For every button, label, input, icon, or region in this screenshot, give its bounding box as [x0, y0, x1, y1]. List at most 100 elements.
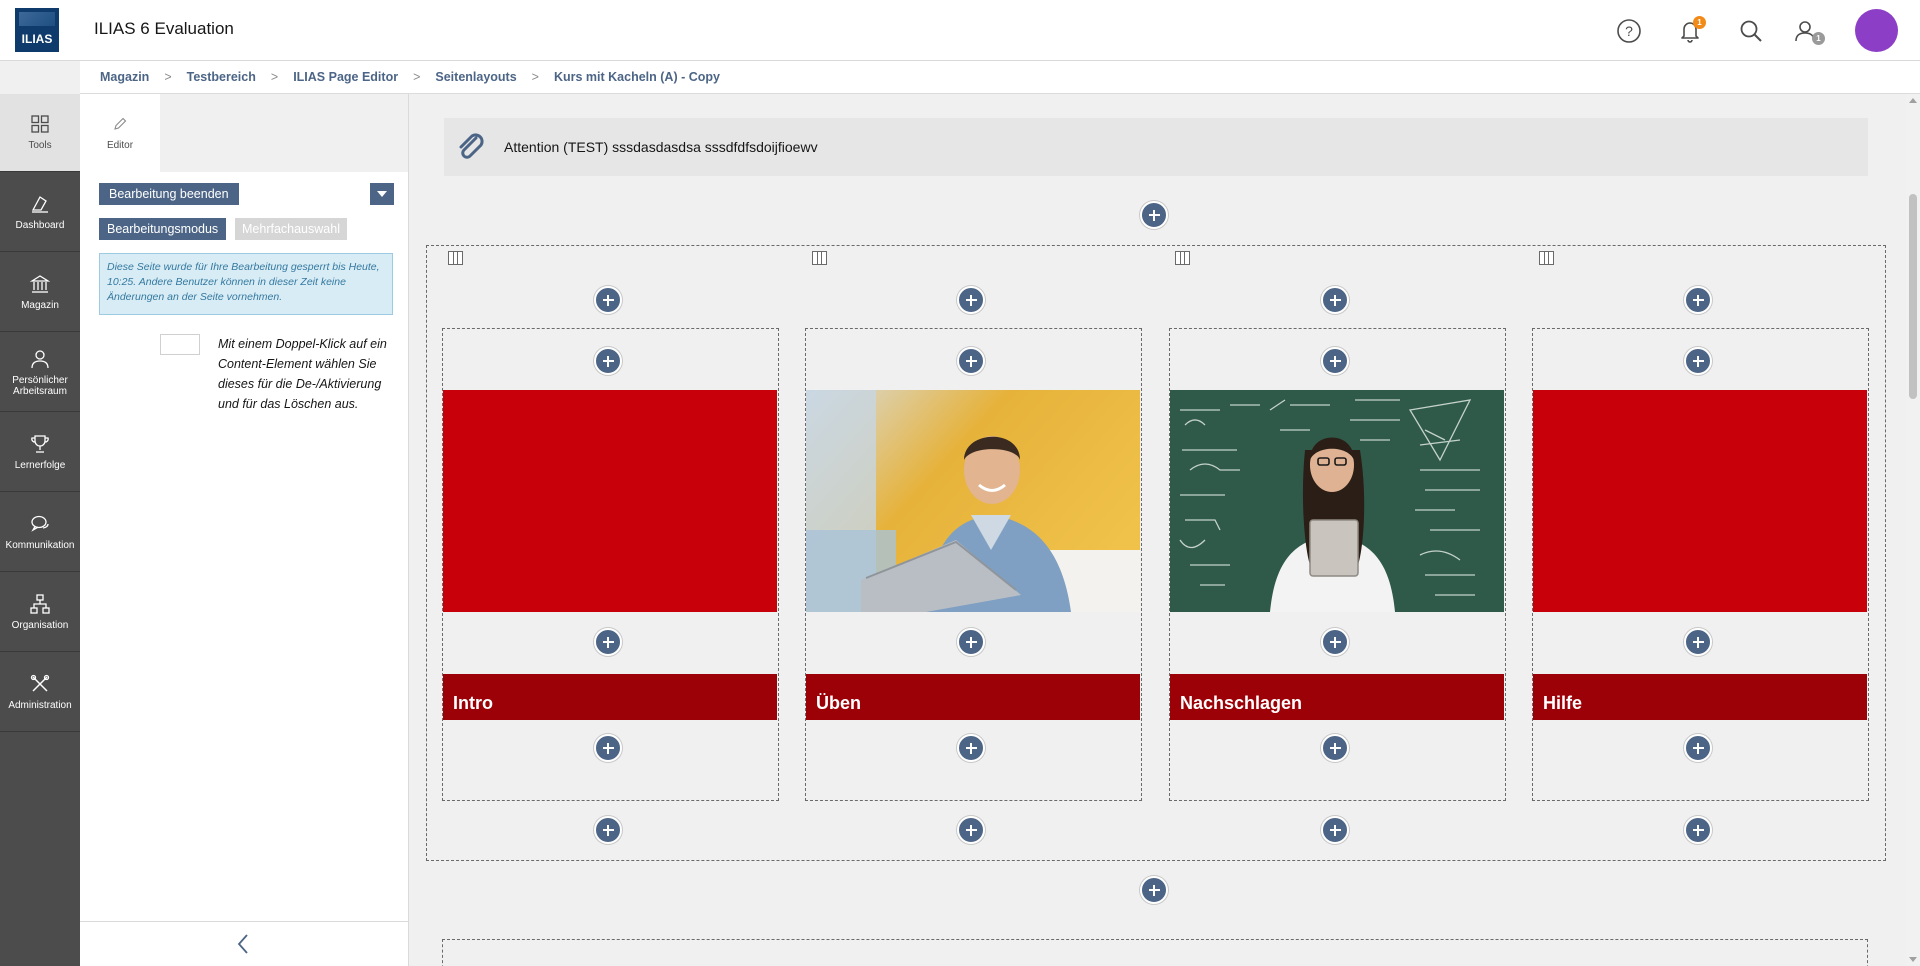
header-bar: ILIAS ILIAS 6 Evaluation ? 1 1: [0, 0, 1920, 61]
slate-tab-bar: Editor: [80, 94, 408, 172]
add-content-button[interactable]: [957, 286, 985, 314]
chevron-left-icon: [237, 934, 248, 954]
tile-label[interactable]: Intro: [443, 674, 777, 720]
column-icon[interactable]: [1539, 251, 1554, 265]
org-chart-icon: [30, 594, 50, 614]
attention-box[interactable]: Attention (TEST) sssdasdasdsa sssdfdfsdo…: [444, 118, 1868, 176]
column-icon[interactable]: [1175, 251, 1190, 265]
add-content-button[interactable]: [1321, 347, 1349, 375]
mainbar-item-organisation[interactable]: Organisation: [0, 574, 80, 652]
notifications-button[interactable]: 1: [1675, 16, 1706, 46]
double-click-hint: Mit einem Doppel-Klick auf ein Content-E…: [218, 337, 387, 411]
scroll-up-arrow[interactable]: [1909, 98, 1917, 103]
chevron-right-icon: >: [531, 70, 539, 84]
tile-image-hilfe[interactable]: [1533, 390, 1867, 612]
tile-label[interactable]: Nachschlagen: [1170, 674, 1504, 720]
mainbar-item-label: Persönlicher Arbeitsraum: [12, 375, 68, 397]
tab-label: Editor: [106, 139, 134, 151]
mainbar-item-communication[interactable]: Kommunikation: [0, 494, 80, 572]
search-icon: [1740, 20, 1762, 42]
mainbar-item-dashboard[interactable]: Dashboard: [0, 174, 80, 252]
add-content-button[interactable]: [957, 628, 985, 656]
add-content-button[interactable]: [957, 734, 985, 762]
add-content-button[interactable]: [1140, 201, 1168, 229]
finish-editing-button[interactable]: Bearbeitung beenden: [99, 183, 239, 205]
dropdown-toggle-button[interactable]: [370, 183, 394, 205]
add-content-button[interactable]: [1684, 347, 1712, 375]
trophy-icon: [31, 435, 49, 453]
svg-text:?: ?: [1625, 23, 1633, 39]
tile-column[interactable]: Hilfe: [1532, 328, 1869, 801]
mainbar-item-label: Kommunikation: [5, 540, 75, 552]
mainbar-item-magazin[interactable]: Magazin: [0, 254, 80, 332]
add-content-button[interactable]: [1684, 286, 1712, 314]
mainbar-item-label: Organisation: [11, 620, 69, 632]
page-scrollbar[interactable]: [1906, 94, 1920, 966]
add-content-button[interactable]: [594, 734, 622, 762]
tile-label[interactable]: Hilfe: [1533, 674, 1867, 720]
page-editor-content: Attention (TEST) sssdasdasdsa sssdfdfsdo…: [409, 94, 1906, 966]
tile-label[interactable]: Üben: [806, 674, 1140, 720]
breadcrumb-item[interactable]: Testbereich: [187, 70, 256, 84]
tile-column[interactable]: Nachschlagen: [1169, 328, 1506, 801]
add-content-button[interactable]: [1321, 628, 1349, 656]
attention-text: Attention (TEST) sssdasdasdsa sssdfdfsdo…: [504, 139, 818, 155]
scrollbar-thumb[interactable]: [1909, 194, 1917, 399]
add-content-button[interactable]: [594, 347, 622, 375]
breadcrumb-item-current[interactable]: Kurs mit Kacheln (A) - Copy: [554, 70, 720, 84]
tile-image-student-laptop[interactable]: [806, 390, 1140, 612]
dashboard-icon: [31, 196, 48, 213]
collapse-slate-button[interactable]: [80, 921, 408, 966]
chevron-right-icon: >: [164, 70, 172, 84]
add-content-button[interactable]: [957, 347, 985, 375]
edit-mode-toggle[interactable]: Bearbeitungsmodus: [99, 218, 227, 240]
scroll-down-arrow[interactable]: [1909, 957, 1917, 962]
breadcrumb-item[interactable]: Seitenlayouts: [435, 70, 516, 84]
add-content-button[interactable]: [1684, 816, 1712, 844]
help-icon[interactable]: ?: [1614, 16, 1644, 46]
chevron-right-icon: >: [270, 70, 279, 84]
paperclip-icon: [459, 133, 484, 159]
mainbar-item-administration[interactable]: Administration: [0, 654, 80, 732]
mainbar-item-tools[interactable]: Tools: [0, 94, 80, 172]
chevron-right-icon: >: [413, 70, 421, 84]
mainbar-item-label: Administration: [8, 700, 72, 712]
add-content-button[interactable]: [1684, 734, 1712, 762]
add-content-button[interactable]: [594, 286, 622, 314]
tile-image-student-chalkboard[interactable]: [1170, 390, 1504, 612]
mainbar-item-label: Dashboard: [15, 220, 65, 232]
mainbar-item-workspace[interactable]: Persönlicher Arbeitsraum: [0, 334, 80, 412]
ilias-logo[interactable]: ILIAS: [15, 8, 59, 52]
app-title: ILIAS 6 Evaluation: [94, 19, 234, 38]
tab-editor[interactable]: Editor: [80, 94, 160, 172]
lock-info-message: Diese Seite wurde für Ihre Bearbeitung g…: [99, 253, 393, 315]
breadcrumb-item[interactable]: ILIAS Page Editor: [293, 70, 398, 84]
column-icon[interactable]: [812, 251, 827, 265]
add-content-button[interactable]: [1321, 286, 1349, 314]
building-icon: [29, 275, 51, 293]
chat-icon: [31, 516, 49, 532]
add-content-button[interactable]: [1321, 734, 1349, 762]
breadcrumb-item[interactable]: Magazin: [100, 70, 149, 84]
next-content-container[interactable]: [442, 939, 1868, 966]
add-content-button[interactable]: [594, 816, 622, 844]
search-button[interactable]: [1736, 16, 1766, 46]
tools-grid-icon: [31, 115, 49, 133]
contacts-button[interactable]: 1: [1792, 16, 1825, 46]
add-content-button[interactable]: [957, 816, 985, 844]
mainbar: Tools Dashboard Magazin Persönlicher Arb…: [0, 94, 80, 966]
tile-column[interactable]: Intro: [442, 328, 779, 801]
add-content-button[interactable]: [594, 628, 622, 656]
breadcrumb: Magazin > Testbereich > ILIAS Page Editor >…: [80, 61, 1920, 94]
add-content-button[interactable]: [1321, 816, 1349, 844]
add-content-button[interactable]: [1140, 876, 1168, 904]
multi-select-toggle[interactable]: Mehrfachauswahl: [235, 218, 347, 240]
avatar[interactable]: [1855, 9, 1898, 52]
column-icon[interactable]: [448, 251, 463, 265]
tile-column[interactable]: Üben: [805, 328, 1142, 801]
pencil-icon: [114, 117, 127, 130]
add-content-button[interactable]: [1684, 628, 1712, 656]
notification-badge: 1: [1693, 16, 1706, 29]
tile-image-intro[interactable]: [443, 390, 777, 612]
mainbar-item-achievements[interactable]: Lernerfolge: [0, 414, 80, 492]
